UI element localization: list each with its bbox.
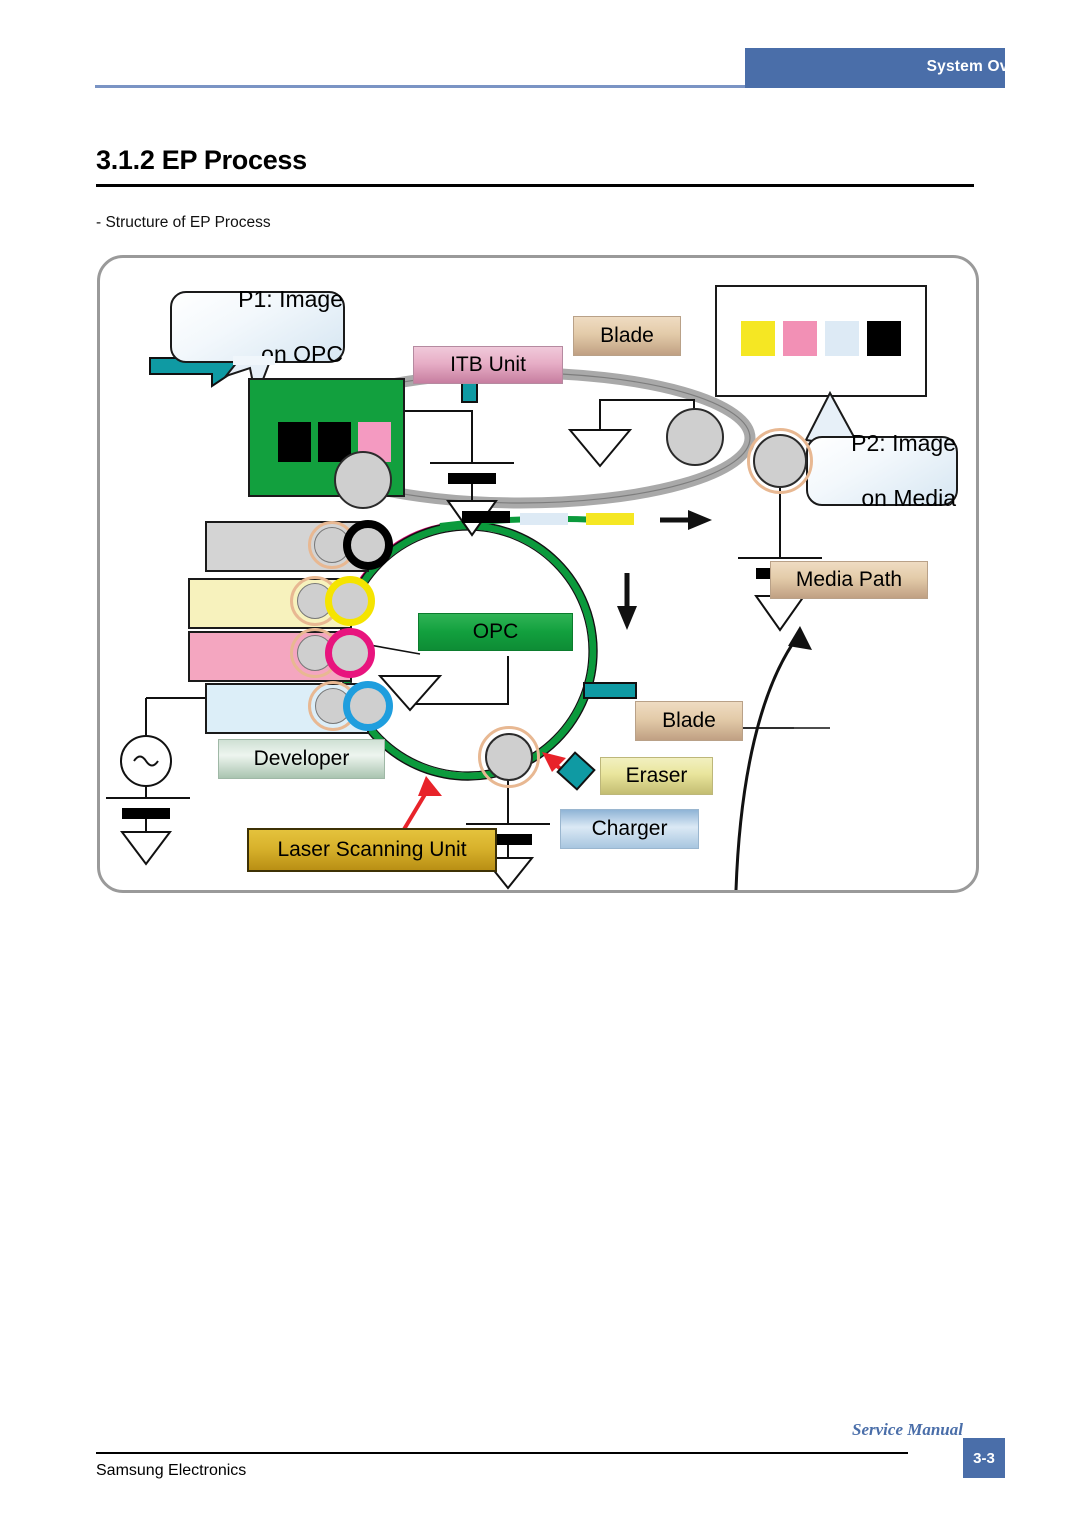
supply-roller-black <box>343 520 393 570</box>
transfer-roller <box>753 434 807 488</box>
label-opc: OPC <box>418 613 573 651</box>
label-itb-unit: ITB Unit <box>413 346 563 384</box>
footer-rule <box>96 1452 908 1454</box>
ep-process-diagram: P1: Image on OPC P2: Image on Media ITB … <box>97 255 979 893</box>
supply-roller-yellow <box>325 576 375 626</box>
supply-roller-cyan <box>343 681 393 731</box>
footer-company: Samsung Electronics <box>96 1462 247 1479</box>
label-blade-top: Blade <box>573 316 681 356</box>
label-eraser: Eraser <box>600 757 713 795</box>
section-subtitle: - Structure of EP Process <box>96 214 271 231</box>
label-laser-scanning-unit: Laser Scanning Unit <box>247 828 497 872</box>
callout-p2-line2: on Media <box>861 484 956 511</box>
label-media-path-main: Media Path <box>770 561 928 599</box>
charge-roller <box>485 733 533 781</box>
label-blade-bottom: Blade <box>635 701 743 741</box>
itb-roller-left <box>334 451 392 509</box>
supply-roller-magenta <box>325 628 375 678</box>
callout-p2-line1: P2: Image <box>851 430 956 457</box>
header-tab-label: System Overview <box>926 58 1058 75</box>
callout-p2-image-on-media: P2: Image on Media <box>806 430 958 511</box>
footer-page-number: 3-3 <box>963 1438 1005 1478</box>
itb-roller-right <box>666 408 724 466</box>
label-developer: Developer <box>218 739 385 779</box>
footer-service-manual: Service Manual <box>852 1420 963 1439</box>
page-title: 3.1.2 EP Process <box>96 145 307 175</box>
label-charger: Charger <box>560 809 699 849</box>
header-rule-left <box>95 85 745 88</box>
title-underline <box>96 184 974 187</box>
